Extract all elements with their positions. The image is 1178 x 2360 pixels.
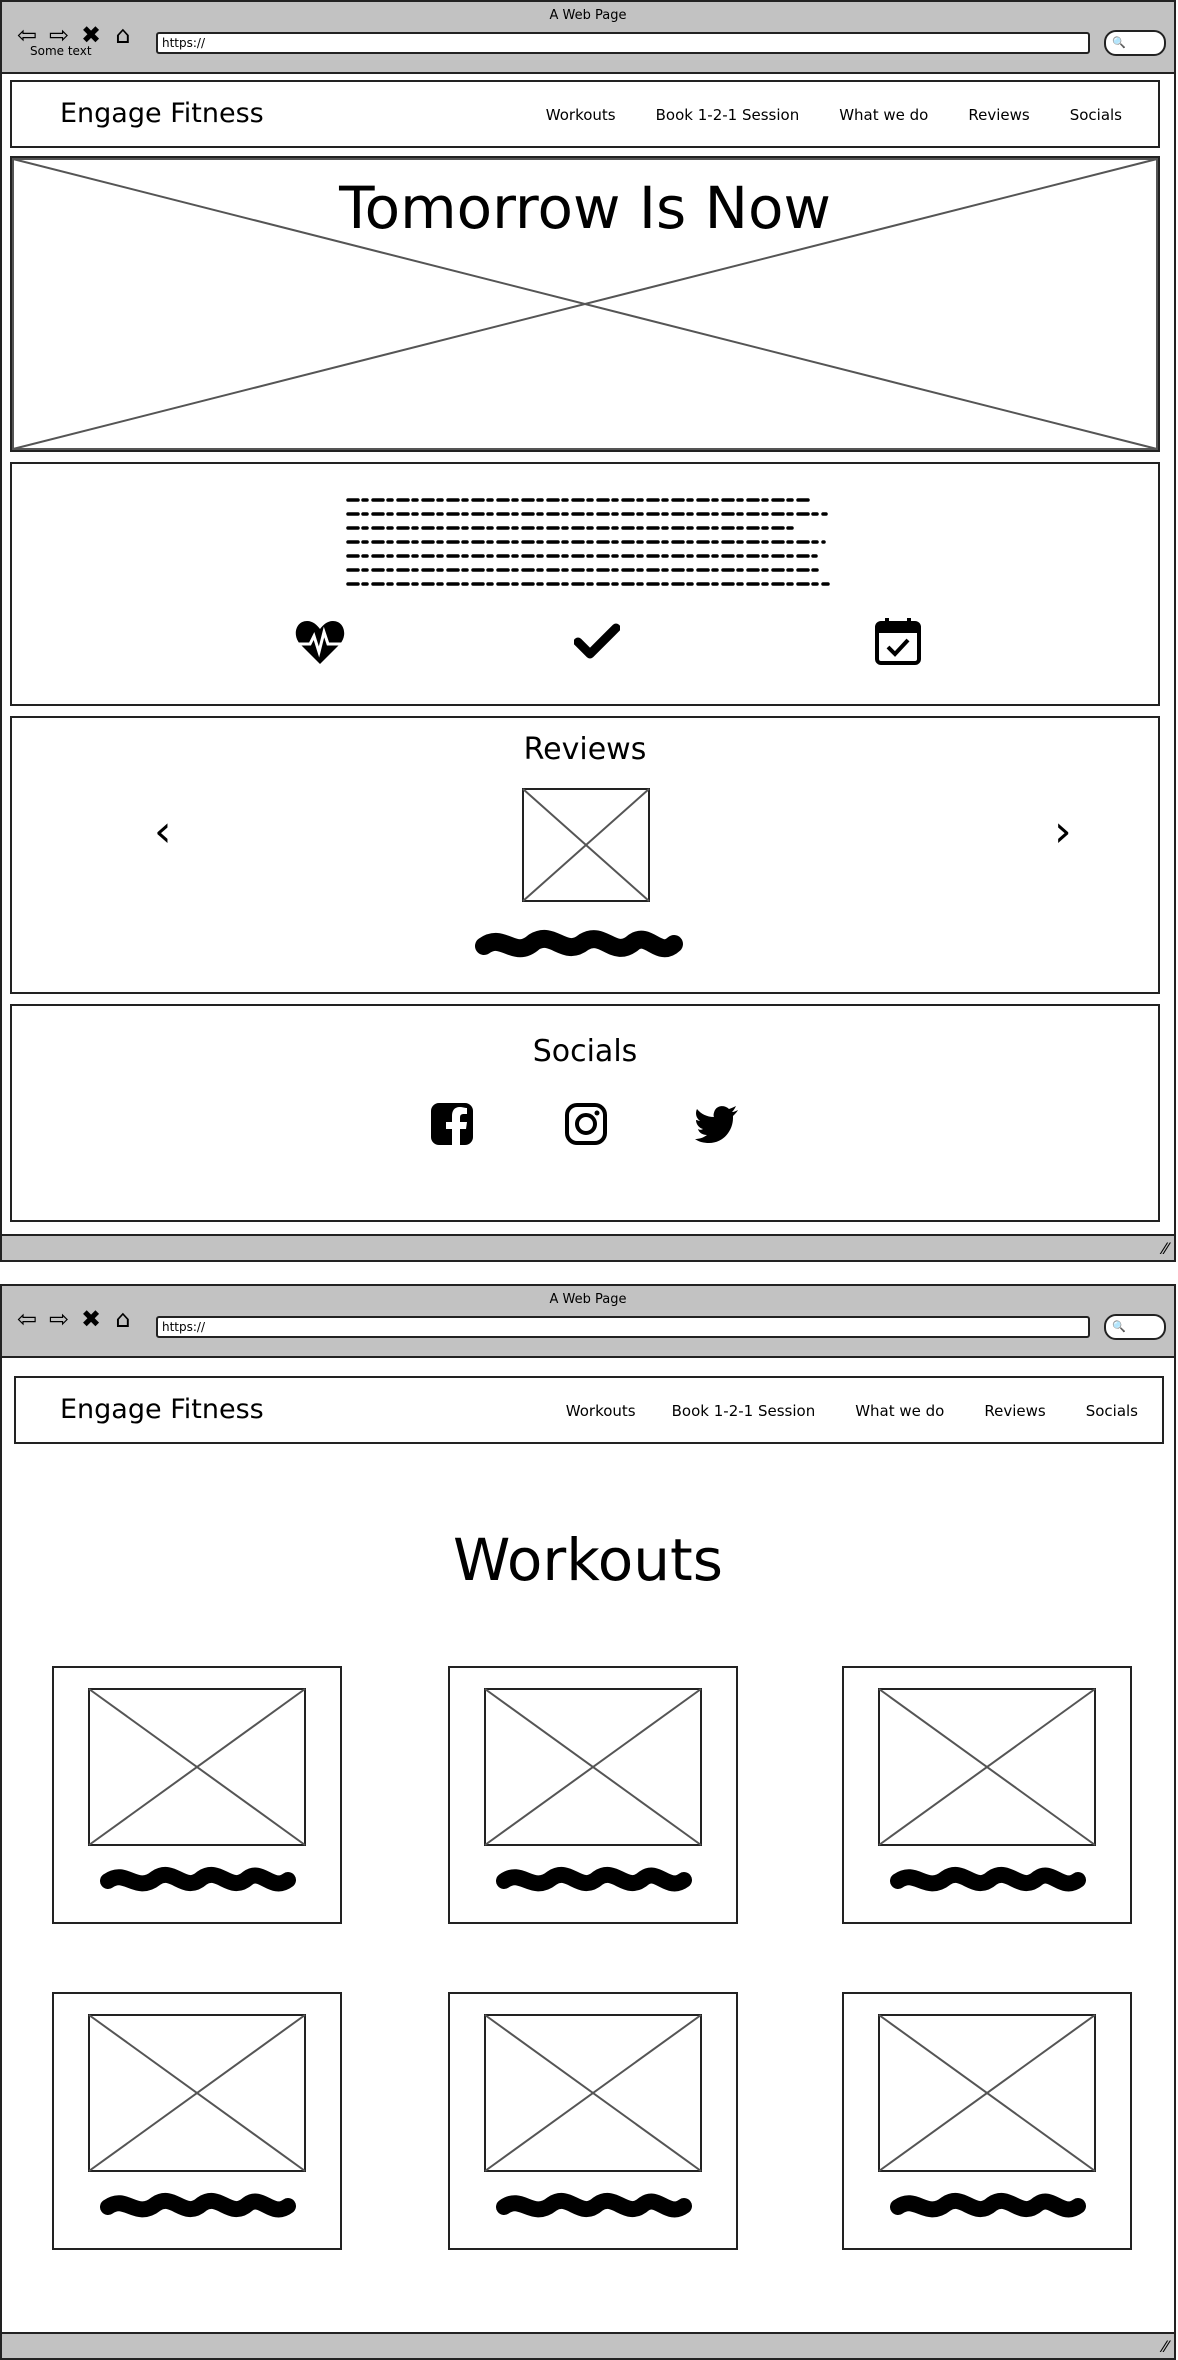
site-navbar: Engage Fitness Workouts Book 1-2-1 Sessi… (10, 80, 1160, 148)
browser-statusbar: ⁄⁄ (2, 2332, 1174, 2358)
browser-nav-buttons: ⇦ ⇨ ✖ ⌂ (14, 1306, 136, 1332)
workout-title-placeholder (496, 1867, 692, 1892)
resize-grip-icon[interactable]: ⁄⁄ (1163, 2337, 1168, 2356)
hero-title: Tomorrow Is Now (339, 174, 831, 242)
workout-title-placeholder (496, 2193, 692, 2218)
workouts-heading: Workouts (452, 1526, 723, 1594)
workout-image-placeholder (484, 1688, 702, 1846)
back-arrow-icon[interactable]: ⇦ (14, 1306, 40, 1332)
workout-title-placeholder (100, 1867, 296, 1892)
nav-item-workouts[interactable]: Workouts (546, 106, 616, 124)
nav-menu: Workouts Book 1-2-1 Session What we do R… (526, 1402, 1138, 1420)
workout-image-placeholder (88, 2014, 306, 2172)
chevron-left-icon[interactable]: ‹ (154, 810, 172, 854)
browser-titlebar: A Web Page ⇦ ⇨ ✖ ⌂ https:// 🔍 (2, 1286, 1174, 1358)
browser-window-workouts: A Web Page ⇦ ⇨ ✖ ⌂ https:// 🔍 Engage Fit… (0, 1284, 1176, 2360)
workout-image-placeholder (88, 1688, 306, 1846)
nav-menu: Workouts Book 1-2-1 Session What we do R… (506, 106, 1122, 124)
site-navbar: Engage Fitness Workouts Book 1-2-1 Sessi… (14, 1376, 1164, 1444)
review-image-placeholder (522, 788, 650, 902)
workout-image-placeholder (878, 1688, 1096, 1846)
workout-card[interactable] (52, 1666, 342, 1924)
browser-statusbar: ⁄⁄ (2, 1234, 1174, 1260)
nav-item-socials[interactable]: Socials (1086, 1402, 1138, 1420)
reviews-heading: Reviews (523, 732, 647, 767)
workout-title-placeholder (100, 2193, 296, 2218)
nav-item-book-session[interactable]: Book 1-2-1 Session (672, 1402, 816, 1420)
workout-card[interactable] (842, 1992, 1132, 2250)
socials-section: Socials (10, 1004, 1160, 1222)
instagram-icon[interactable] (564, 1102, 608, 1146)
chevron-right-icon[interactable]: › (1054, 810, 1072, 854)
workout-title-placeholder (890, 2193, 1086, 2218)
close-icon[interactable]: ✖ (78, 1306, 104, 1332)
hero-section: Tomorrow Is Now (10, 156, 1160, 452)
home-icon[interactable]: ⌂ (110, 1306, 136, 1332)
twitter-icon[interactable] (694, 1104, 740, 1144)
facebook-icon[interactable] (430, 1102, 474, 1146)
nav-item-what-we-do[interactable]: What we do (839, 106, 928, 124)
nav-item-socials[interactable]: Socials (1070, 106, 1122, 124)
search-icon: 🔍 (1112, 1320, 1126, 1333)
workout-card[interactable] (52, 1992, 342, 2250)
workout-image-placeholder (878, 2014, 1096, 2172)
window-title: A Web Page (549, 1292, 627, 1307)
overlay-text: Some text (30, 44, 92, 58)
browser-window-home: A Web Page ⇦ ⇨ ✖ ⌂ https:// 🔍 Some text … (0, 0, 1176, 1262)
workout-title-placeholder (890, 1867, 1086, 1892)
workout-card[interactable] (842, 1666, 1132, 1924)
window-title: A Web Page (549, 8, 627, 23)
nav-item-workouts[interactable]: Workouts (566, 1402, 636, 1420)
about-section (10, 462, 1160, 706)
browser-search-field[interactable]: 🔍 (1104, 1314, 1166, 1340)
socials-heading: Socials (532, 1034, 638, 1069)
brand-logo-text[interactable]: Engage Fitness (60, 1394, 264, 1425)
url-input[interactable]: https:// (156, 32, 1090, 54)
heartbeat-icon (295, 621, 345, 664)
placeholder-text-block (346, 498, 830, 586)
nav-item-reviews[interactable]: Reviews (984, 1402, 1045, 1420)
forward-arrow-icon[interactable]: ⇨ (46, 1306, 72, 1332)
workout-card[interactable] (448, 1992, 738, 2250)
workout-card[interactable] (448, 1666, 738, 1924)
review-text-placeholder (475, 930, 683, 958)
calendar-check-icon (875, 618, 921, 665)
reviews-section: Reviews ‹ › (10, 716, 1160, 994)
url-input[interactable]: https:// (156, 1316, 1090, 1338)
workout-image-placeholder (484, 2014, 702, 2172)
resize-grip-icon[interactable]: ⁄⁄ (1163, 1239, 1168, 1258)
nav-item-reviews[interactable]: Reviews (968, 106, 1029, 124)
browser-titlebar: A Web Page ⇦ ⇨ ✖ ⌂ https:// 🔍 Some text (2, 2, 1174, 74)
brand-logo-text[interactable]: Engage Fitness (60, 98, 264, 129)
home-icon[interactable]: ⌂ (110, 22, 136, 48)
nav-item-what-we-do[interactable]: What we do (855, 1402, 944, 1420)
check-icon (574, 623, 620, 659)
search-icon: 🔍 (1112, 36, 1126, 49)
nav-item-book-session[interactable]: Book 1-2-1 Session (656, 106, 800, 124)
browser-search-field[interactable]: 🔍 (1104, 30, 1166, 56)
